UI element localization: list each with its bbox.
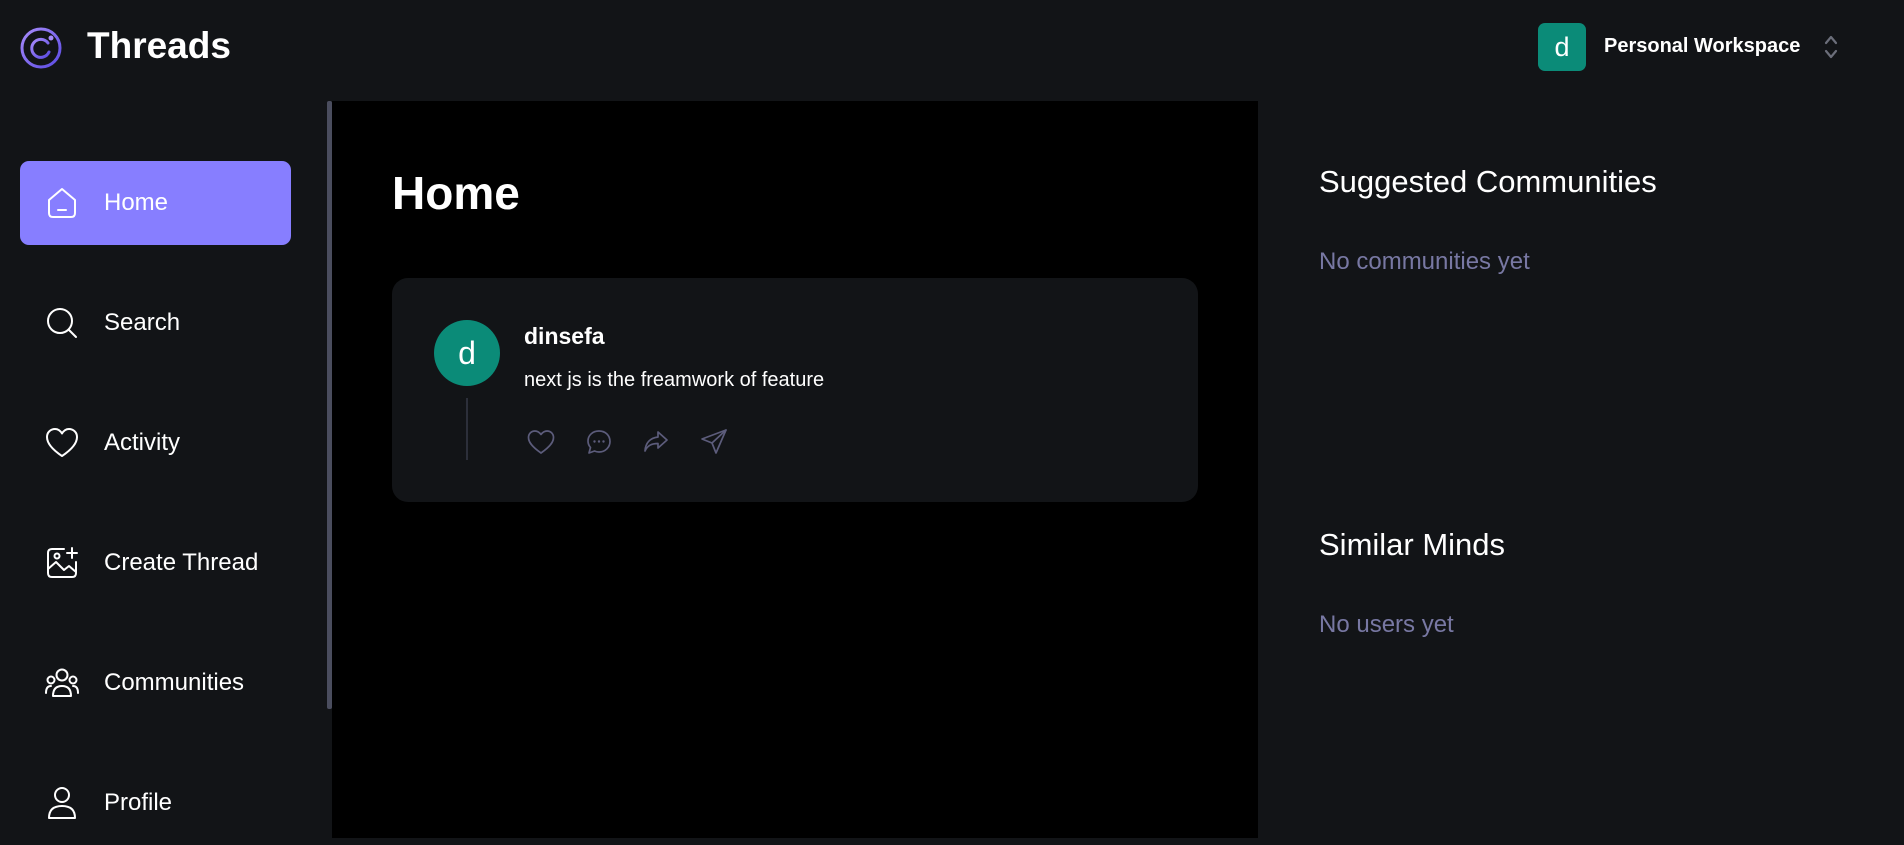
chevron-up-down-icon[interactable] [1822, 32, 1840, 62]
post-author-name[interactable]: dinsefa [524, 323, 605, 350]
share-icon[interactable] [699, 427, 729, 457]
sidebar-item-label: Search [104, 309, 181, 336]
similar-minds-title: Similar Minds [1319, 527, 1506, 562]
topbar: Threads d Personal Workspace [0, 0, 1904, 101]
page-title: Home [392, 167, 520, 219]
heart-icon[interactable] [526, 427, 556, 457]
sidebar-item-create-thread[interactable]: Create Thread [20, 521, 291, 605]
users-icon [45, 668, 79, 697]
sidebar-item-home[interactable]: Home [20, 161, 291, 245]
sidebar-item-label: Communities [104, 669, 245, 696]
sidebar-item-label: Profile [104, 789, 173, 816]
no-communities-text: No communities yet [1319, 248, 1530, 275]
repost-icon[interactable] [641, 427, 671, 457]
post-text: next js is the freamwork of feature [524, 369, 825, 391]
suggested-communities-title: Suggested Communities [1319, 164, 1657, 199]
heart-icon [46, 428, 78, 457]
workspace-avatar[interactable]: d [1538, 23, 1586, 71]
home-icon [48, 188, 76, 218]
right-sidebar [1258, 101, 1904, 838]
sidebar-item-label: Activity [104, 429, 181, 456]
sidebar-item-label: Home [104, 189, 169, 216]
post-author-avatar[interactable]: d [434, 320, 500, 386]
sidebar-item-activity[interactable]: Activity [20, 401, 291, 485]
workspace-label[interactable]: Personal Workspace [1604, 35, 1800, 58]
create-image-icon [47, 547, 78, 578]
app-title[interactable]: Threads [87, 25, 231, 67]
sidebar-item-profile[interactable]: Profile [20, 761, 291, 845]
user-icon [48, 787, 76, 819]
no-users-text: No users yet [1319, 611, 1454, 638]
sidebar-item-search[interactable]: Search [20, 281, 291, 365]
reply-icon[interactable] [584, 427, 614, 457]
search-icon [47, 308, 77, 338]
sidebar-item-label: Create Thread [104, 549, 259, 576]
thread-line [466, 398, 468, 460]
sidebar-item-communities[interactable]: Communities [20, 641, 291, 725]
threads-logo-icon[interactable] [19, 26, 63, 70]
